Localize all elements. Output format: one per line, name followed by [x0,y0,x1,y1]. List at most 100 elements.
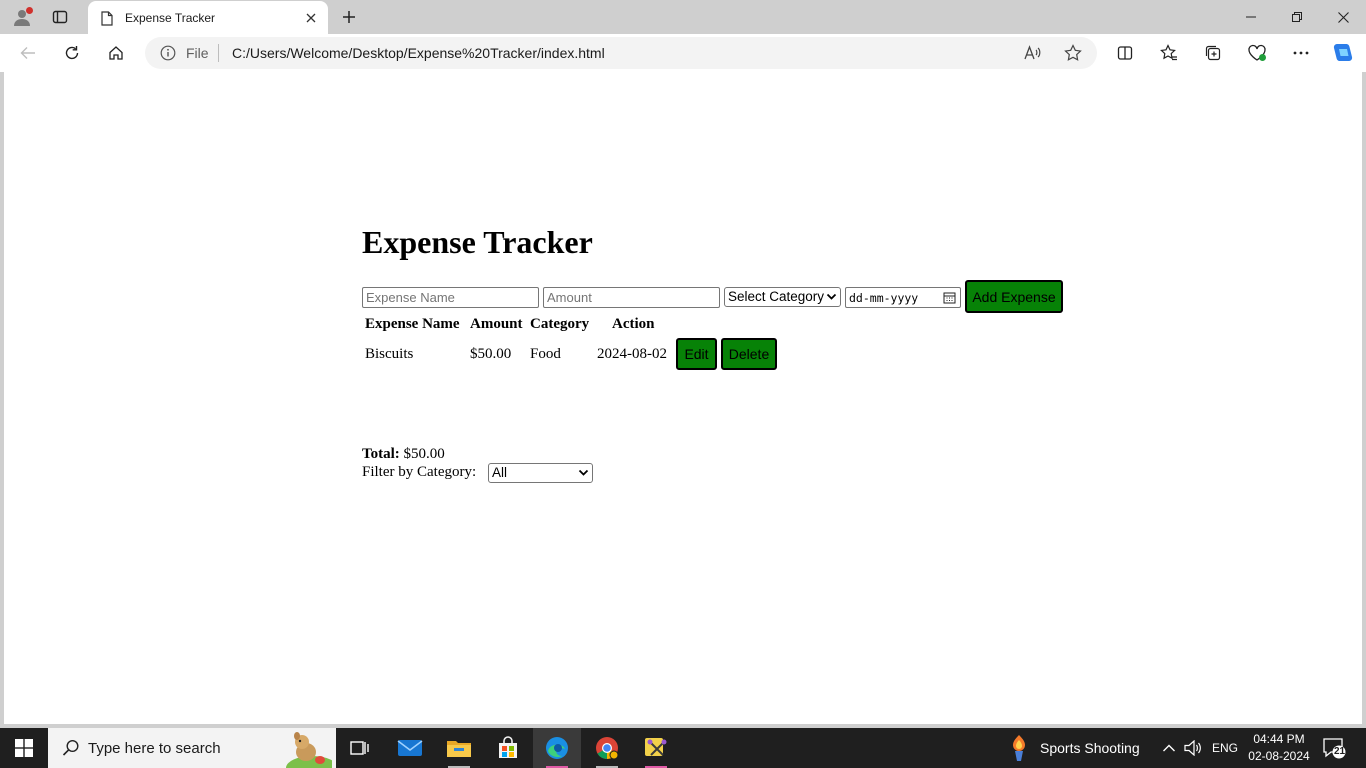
windows-logo-icon [15,739,33,757]
browser-essentials-button[interactable] [1242,39,1272,67]
weather-widget[interactable]: Sports Shooting [1008,728,1140,768]
read-aloud-button[interactable] [1022,43,1044,63]
url-text[interactable]: C:/Users/Welcome/Desktop/Expense%20Track… [232,45,605,61]
tab-title: Expense Tracker [125,11,216,25]
notification-count: 21 [1333,746,1346,757]
info-icon[interactable] [160,45,176,61]
volume-icon [1184,740,1201,756]
page-title: Expense Tracker [362,224,593,260]
expense-tracker-app: Expense Tracker Expense Name Amount Sele… [362,224,1063,483]
column-header-amount: Amount [470,316,523,332]
amount-input[interactable]: Amount [543,287,720,308]
minimize-icon [1246,16,1256,18]
taskbar-search-box[interactable]: Type here to search [48,728,336,768]
add-expense-button[interactable]: Add Expense [965,280,1063,313]
chevron-down-icon [578,469,589,476]
edge-app-button[interactable] [533,728,581,768]
back-arrow-icon [20,47,35,59]
search-placeholder: Type here to search [88,740,221,757]
plus-icon [343,11,355,23]
split-screen-icon [1117,46,1133,60]
store-app-button[interactable] [484,728,532,768]
refresh-button[interactable] [57,39,87,67]
copilot-icon [1333,44,1353,61]
page-viewport: Expense Tracker Expense Name Amount Sele… [4,72,1362,724]
folder-icon [447,741,471,757]
filter-category-select[interactable]: All [488,463,593,483]
expense-name-input[interactable]: Expense Name [362,287,539,308]
restore-icon [1292,12,1302,22]
hidden-icons-button[interactable] [1162,728,1176,768]
restore-button[interactable] [1274,0,1320,34]
date-input[interactable]: dd-mm-yyyy [845,287,961,308]
home-button[interactable] [101,39,131,67]
page-icon [100,10,114,26]
language-indicator[interactable]: ENG [1212,728,1238,768]
category-select[interactable]: Select Category [724,287,841,307]
back-button[interactable] [13,39,43,67]
chrome-app-button[interactable] [583,728,631,768]
filter-select-value: All [492,465,508,480]
url-scheme: File [186,45,209,61]
close-icon [306,13,316,23]
column-header-category: Category [530,316,590,332]
close-tab-button[interactable] [301,8,321,28]
delete-button[interactable]: Delete [721,338,777,370]
browser-toolbar: File C:/Users/Welcome/Desktop/Expense%20… [0,34,1366,72]
expense-form: Expense Name Amount Select Category dd-m… [362,280,1082,314]
torch-icon [1013,735,1025,761]
favorites-button[interactable] [1154,39,1184,67]
split-screen-button[interactable] [1110,39,1140,67]
clock[interactable]: 04:44 PM 02-08-2024 [1244,731,1314,765]
tab-actions-button[interactable] [46,5,74,29]
profile-button[interactable] [8,5,36,29]
weather-text: Sports Shooting [1040,740,1140,756]
notification-dot [26,7,33,14]
clock-time: 04:44 PM [1253,732,1305,746]
collections-button[interactable] [1198,39,1228,67]
row-expense-name: Biscuits [365,346,414,362]
row-category: Food [530,346,561,362]
address-bar[interactable]: File C:/Users/Welcome/Desktop/Expense%20… [145,37,1097,69]
file-explorer-button[interactable] [435,728,483,768]
chrome-icon [596,737,619,760]
start-button[interactable] [0,728,48,768]
copilot-button[interactable] [1328,39,1358,67]
date-placeholder: dd-mm-yyyy [849,291,919,305]
clock-date: 02-08-2024 [1248,749,1310,763]
row-amount: $50.00 [470,346,512,362]
volume-button[interactable] [1184,728,1202,768]
row-date: 2024-08-02 [597,346,667,362]
chevron-up-icon [1163,744,1175,752]
edge-icon [546,737,568,759]
refresh-icon [65,46,79,60]
minimize-button[interactable] [1228,0,1274,34]
search-icon [62,739,79,756]
store-icon [499,736,517,758]
star-icon [1064,44,1082,61]
snipping-tool-button[interactable] [632,728,680,768]
mail-icon [397,740,423,756]
task-view-icon [350,741,369,755]
new-tab-button[interactable] [336,5,362,29]
tab-strip: Expense Tracker [0,0,1366,35]
filter-label: Filter by Category: [362,464,477,480]
tab-actions-icon [52,10,68,24]
favorite-button[interactable] [1062,43,1084,63]
close-icon [1337,11,1349,23]
notification-center-button[interactable]: 21 [1322,737,1346,759]
edit-button[interactable]: Edit [676,338,717,370]
mail-app-button[interactable] [386,728,434,768]
calendar-icon[interactable] [943,291,956,304]
windows-taskbar: Type here to search Sports Shooting ENG … [0,728,1366,768]
heart-pulse-icon [1248,44,1266,61]
task-view-button[interactable] [336,728,384,768]
more-icon [1293,51,1309,55]
settings-more-button[interactable] [1286,39,1316,67]
browser-tab[interactable]: Expense Tracker [88,1,328,35]
close-window-button[interactable] [1320,0,1366,34]
read-aloud-icon [1024,45,1041,60]
filter-row: Filter by Category: All [362,463,593,483]
total-label: Total: [362,446,400,462]
total-line: Total: $50.00 [362,446,445,463]
